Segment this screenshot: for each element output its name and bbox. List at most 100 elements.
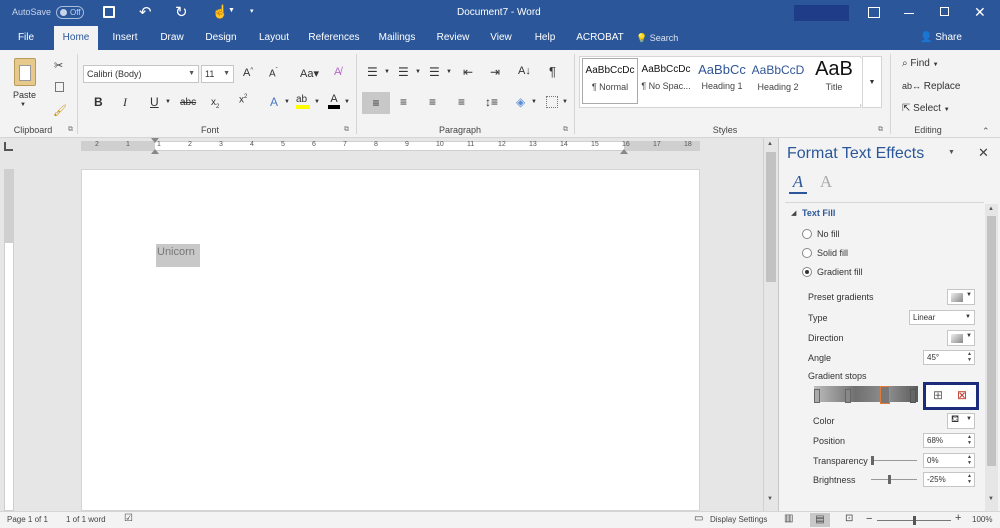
show-formatting-icon[interactable]: ¶	[549, 64, 556, 79]
gradient-fill-radio[interactable]	[802, 267, 812, 277]
minimize-icon[interactable]	[904, 13, 914, 14]
close-icon[interactable]: ✕	[974, 4, 986, 21]
customize-quick-access-icon[interactable]: ▾	[250, 7, 254, 15]
zoom-out-icon[interactable]: −	[866, 513, 872, 525]
document-text[interactable]: Unicorn	[157, 246, 195, 258]
vertical-ruler[interactable]	[0, 155, 17, 511]
decrease-indent-icon[interactable]: ⇤	[463, 65, 473, 79]
first-line-indent-marker[interactable]	[151, 138, 159, 143]
bullets-chevron-icon[interactable]: ▼	[384, 69, 390, 75]
hanging-indent-marker[interactable]	[151, 149, 159, 154]
account-block[interactable]	[794, 5, 849, 21]
text-effects-tab-icon[interactable]: A	[817, 172, 835, 194]
bold-icon[interactable]: B	[94, 95, 103, 109]
save-icon[interactable]	[103, 6, 115, 18]
pane-scroll-up-icon[interactable]: ▲	[988, 206, 994, 212]
share-button[interactable]: 👤 Share	[920, 26, 962, 50]
tab-mailings[interactable]: Mailings	[372, 26, 422, 50]
pane-close-icon[interactable]: ✕	[978, 145, 989, 161]
gradient-fill-label[interactable]: Gradient fill	[817, 267, 863, 277]
style-heading-1[interactable]: AaBbCc Heading 1	[694, 58, 750, 104]
increase-indent-icon[interactable]: ⇥	[490, 65, 500, 79]
angle-spinner-icon[interactable]: ▲ ▼	[967, 351, 972, 363]
text-effects-chevron-icon[interactable]: ▼	[284, 99, 290, 105]
brightness-slider-thumb[interactable]	[888, 475, 891, 484]
transparency-input[interactable]: 0% ▲ ▼	[923, 453, 975, 468]
style-normal[interactable]: AaBbCcDc ¶ Normal	[582, 58, 638, 104]
print-layout-button[interactable]: ▤	[810, 513, 830, 527]
grow-font-icon[interactable]: A^	[243, 67, 253, 79]
tab-acrobat[interactable]: ACROBAT	[572, 26, 628, 50]
zoom-slider-thumb[interactable]	[913, 516, 916, 525]
brightness-input[interactable]: -25% ▲ ▼	[923, 472, 975, 487]
vertical-scrollbar[interactable]: ▲ ▼	[763, 138, 778, 511]
tab-design[interactable]: Design	[200, 26, 242, 50]
underline-icon[interactable]: U	[150, 95, 159, 109]
display-settings-label[interactable]: Display Settings	[710, 515, 767, 524]
cut-icon[interactable]: ✂	[54, 59, 63, 72]
document-page[interactable]: Unicorn	[81, 169, 700, 511]
tab-layout[interactable]: Layout	[252, 26, 296, 50]
gradient-stop[interactable]	[814, 389, 820, 403]
align-center-icon[interactable]: ≡	[400, 95, 407, 109]
style-no-spacing[interactable]: AaBbCcDc ¶ No Spac...	[638, 58, 694, 104]
numbering-icon[interactable]: ☰	[398, 65, 409, 79]
tab-view[interactable]: View	[484, 26, 518, 50]
multilevel-chevron-icon[interactable]: ▼	[446, 69, 452, 75]
add-gradient-stop-icon[interactable]: ⊞	[933, 388, 943, 402]
transparency-spinner-icon[interactable]: ▲ ▼	[967, 454, 972, 466]
style-title[interactable]: AaB Title	[806, 58, 862, 104]
position-spinner-icon[interactable]: ▲ ▼	[967, 434, 972, 446]
clear-formatting-icon[interactable]: A̸	[334, 66, 341, 78]
no-fill-label[interactable]: No fill	[817, 229, 840, 239]
shading-chevron-icon[interactable]: ▼	[531, 99, 537, 105]
clipboard-launcher-icon[interactable]: ⧉	[68, 126, 73, 134]
paste-chevron-icon[interactable]: ▼	[20, 102, 26, 108]
text-fill-outline-icon[interactable]: A	[789, 172, 807, 194]
scroll-up-icon[interactable]: ▲	[767, 141, 773, 147]
text-effects-icon[interactable]: A	[270, 95, 278, 109]
read-mode-icon[interactable]: ▥	[784, 513, 793, 524]
font-size-dropdown[interactable]: 11 ▼	[201, 65, 234, 83]
pane-scroll-down-icon[interactable]: ▼	[988, 496, 994, 502]
brightness-slider-track[interactable]	[871, 479, 917, 480]
autosave-toggle[interactable]: Off	[56, 6, 84, 19]
tab-draw[interactable]: Draw	[154, 26, 190, 50]
highlight-icon[interactable]: ab	[296, 94, 310, 109]
touch-mode-icon[interactable]: ☝	[212, 4, 228, 20]
display-settings-icon[interactable]: ▭	[694, 513, 703, 524]
collapse-ribbon-icon[interactable]: ⌃	[982, 126, 990, 137]
subscript-icon[interactable]: x2	[211, 97, 219, 110]
format-painter-icon[interactable]: 🖌	[53, 104, 67, 117]
web-layout-icon[interactable]: ⊡	[845, 513, 853, 524]
pane-scrollbar-thumb[interactable]	[987, 216, 996, 466]
right-indent-marker[interactable]	[620, 149, 628, 154]
shrink-font-icon[interactable]: Aˇ	[269, 68, 278, 79]
styles-more-icon[interactable]: ▼	[862, 56, 882, 108]
text-fill-section-header[interactable]: Text Fill	[802, 208, 835, 218]
sort-icon[interactable]: A↓	[518, 65, 531, 77]
replace-button[interactable]: ab↔ Replace	[902, 81, 961, 92]
change-case-icon[interactable]: Aa▾	[300, 67, 319, 80]
zoom-in-icon[interactable]: +	[955, 512, 961, 524]
borders-chevron-icon[interactable]: ▼	[562, 99, 568, 105]
underline-chevron-icon[interactable]: ▼	[165, 99, 171, 105]
tell-me-search[interactable]: 💡 Search	[636, 26, 678, 50]
scrollbar-thumb[interactable]	[766, 152, 776, 282]
word-count[interactable]: 1 of 1 word	[66, 515, 106, 524]
paragraph-launcher-icon[interactable]: ⧉	[563, 126, 568, 134]
tab-file[interactable]: File	[8, 26, 44, 50]
borders-icon[interactable]	[546, 96, 558, 108]
gradient-stops-bar[interactable]	[814, 386, 918, 402]
touch-mode-chevron-icon[interactable]: ▼	[228, 7, 235, 14]
font-color-icon[interactable]: A	[328, 94, 340, 109]
tab-selector-icon[interactable]	[4, 142, 13, 151]
undo-icon[interactable]: ↶	[139, 3, 152, 21]
font-color-chevron-icon[interactable]: ▼	[344, 99, 350, 105]
section-collapse-icon[interactable]: ◢	[791, 209, 796, 217]
paste-label[interactable]: Paste	[13, 90, 36, 100]
position-input[interactable]: 68% ▲ ▼	[923, 433, 975, 448]
tab-home[interactable]: Home	[54, 26, 98, 51]
brightness-spinner-icon[interactable]: ▲ ▼	[967, 473, 972, 485]
transparency-slider-track[interactable]	[871, 460, 917, 461]
